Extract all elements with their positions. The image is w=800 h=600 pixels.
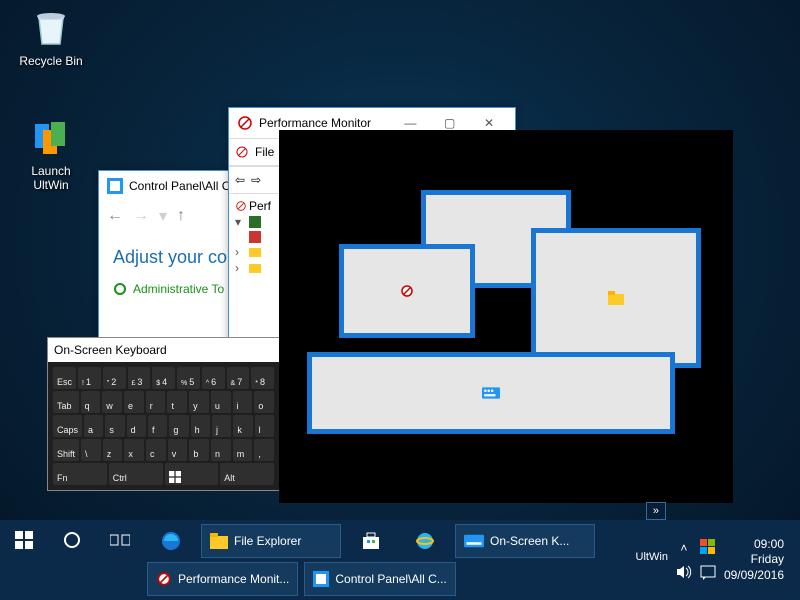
taskbar-perfmon[interactable]: Performance Monit...	[147, 562, 298, 596]
window-title: Control Panel\All C	[129, 179, 230, 193]
folder-icon	[249, 262, 261, 274]
keyboard-icon	[482, 387, 500, 399]
key-3[interactable]: £3	[128, 367, 151, 389]
key-alt[interactable]: Alt	[220, 463, 274, 485]
key-s[interactable]: s	[105, 415, 124, 437]
control-panel-icon	[107, 178, 123, 194]
flag-icon[interactable]	[700, 539, 716, 555]
key-c[interactable]: c	[146, 439, 166, 461]
key-u[interactable]: u	[211, 391, 231, 413]
chevron-up-icon[interactable]: ˄	[680, 541, 687, 555]
recycle-bin-icon	[29, 6, 73, 50]
clock[interactable]: 09:00 Friday 09/09/2016	[724, 537, 792, 584]
taskbar-ultwin[interactable]: UltWin	[636, 551, 668, 563]
key-caps[interactable]: Caps	[53, 415, 82, 437]
key-a[interactable]: a	[84, 415, 103, 437]
taskbar-control-panel[interactable]: Control Panel\All C...	[304, 562, 455, 596]
ultwin-tray-label[interactable]: »	[646, 502, 666, 520]
key-fn[interactable]: Fn	[53, 463, 107, 485]
cortana-button[interactable]	[48, 520, 96, 560]
key-shift[interactable]: Shift	[53, 439, 79, 461]
key-g[interactable]: g	[169, 415, 188, 437]
system-tray: UltWin ˄ 09:00 Friday 09/09/2016	[628, 520, 800, 600]
mini-window[interactable]	[531, 228, 701, 368]
file-menu-icon	[235, 145, 249, 159]
key-y[interactable]: y	[189, 391, 209, 413]
up-icon[interactable]: ↑	[177, 207, 185, 225]
key-z[interactable]: z	[103, 439, 123, 461]
mini-window[interactable]	[307, 352, 675, 434]
key-[interactable]: ,	[254, 439, 274, 461]
key-6[interactable]: ^6	[202, 367, 225, 389]
task-view-button[interactable]	[96, 520, 144, 560]
taskbar-ie[interactable]	[401, 524, 449, 558]
desktop-icon-label: Recycle Bin	[13, 54, 89, 68]
window-title: On-Screen Keyboard	[54, 343, 167, 357]
taskbar-osk[interactable]: On-Screen K...	[455, 524, 595, 558]
key-1[interactable]: !1	[78, 367, 101, 389]
key-r[interactable]: r	[146, 391, 166, 413]
menu-file[interactable]: File	[255, 145, 274, 159]
taskbar-edge[interactable]	[147, 524, 195, 558]
key-h[interactable]: h	[191, 415, 210, 437]
key-4[interactable]: $4	[152, 367, 175, 389]
forward-icon[interactable]: ⇨	[251, 173, 261, 187]
folder-icon	[608, 291, 624, 305]
window-title: Performance Monitor	[259, 116, 371, 130]
minimize-button[interactable]: —	[392, 116, 428, 130]
key-tab[interactable]: Tab	[53, 391, 79, 413]
tree-icon	[249, 216, 261, 228]
perfmon-icon	[237, 115, 253, 131]
tree-icon	[249, 231, 261, 243]
maximize-button[interactable]: ▢	[432, 116, 468, 130]
perfmon-icon	[400, 284, 414, 298]
key-b[interactable]: b	[189, 439, 209, 461]
desktop-icon-recycle-bin[interactable]: Recycle Bin	[13, 6, 89, 68]
key-5[interactable]: %5	[177, 367, 200, 389]
desktop-icon-launch-ultwin[interactable]: Launch UltWin	[13, 116, 89, 192]
key-7[interactable]: &7	[227, 367, 250, 389]
key-i[interactable]: i	[233, 391, 253, 413]
forward-icon[interactable]: →	[133, 207, 149, 225]
back-icon[interactable]: ←	[107, 207, 123, 225]
key-t[interactable]: t	[167, 391, 187, 413]
folder-icon	[249, 246, 261, 258]
perfmon-icon	[235, 200, 245, 212]
key-n[interactable]: n	[211, 439, 231, 461]
key-v[interactable]: v	[168, 439, 188, 461]
desktop-icon-label: Launch UltWin	[13, 164, 89, 192]
mini-window[interactable]	[339, 244, 475, 338]
close-button[interactable]: ✕	[471, 116, 507, 130]
gear-icon	[113, 282, 127, 296]
key-w[interactable]: w	[102, 391, 122, 413]
key-8[interactable]: *8	[251, 367, 274, 389]
key-f[interactable]: f	[148, 415, 167, 437]
ultwin-icon	[29, 116, 73, 160]
back-icon[interactable]: ⇦	[235, 173, 245, 187]
key-k[interactable]: k	[233, 415, 252, 437]
key-j[interactable]: j	[212, 415, 231, 437]
key-l[interactable]: l	[255, 415, 274, 437]
taskbar: File Explorer On-Screen K... Performance…	[0, 520, 800, 600]
key-d[interactable]: d	[127, 415, 146, 437]
key-win[interactable]	[165, 463, 219, 485]
key-q[interactable]: q	[81, 391, 101, 413]
key-x[interactable]: x	[124, 439, 144, 461]
key-[interactable]: \	[81, 439, 101, 461]
taskbar-store[interactable]	[347, 524, 395, 558]
taskbar-file-explorer[interactable]: File Explorer	[201, 524, 341, 558]
key-e[interactable]: e	[124, 391, 144, 413]
key-2[interactable]: "2	[103, 367, 126, 389]
keyboard-keys: Esc!1"2£3$4%5^6&7*8 Tabqwertyuio Capsasd…	[48, 362, 279, 490]
key-o[interactable]: o	[254, 391, 274, 413]
key-m[interactable]: m	[233, 439, 253, 461]
speaker-icon[interactable]	[676, 565, 692, 579]
ultwin-overview[interactable]	[279, 130, 733, 503]
action-center-icon[interactable]	[700, 565, 716, 581]
window-on-screen-keyboard[interactable]: On-Screen Keyboard Esc!1"2£3$4%5^6&7*8 T…	[47, 337, 280, 491]
start-button[interactable]	[0, 520, 48, 560]
key-esc[interactable]: Esc	[53, 367, 76, 389]
titlebar[interactable]: On-Screen Keyboard	[48, 338, 279, 362]
key-ctrl[interactable]: Ctrl	[109, 463, 163, 485]
